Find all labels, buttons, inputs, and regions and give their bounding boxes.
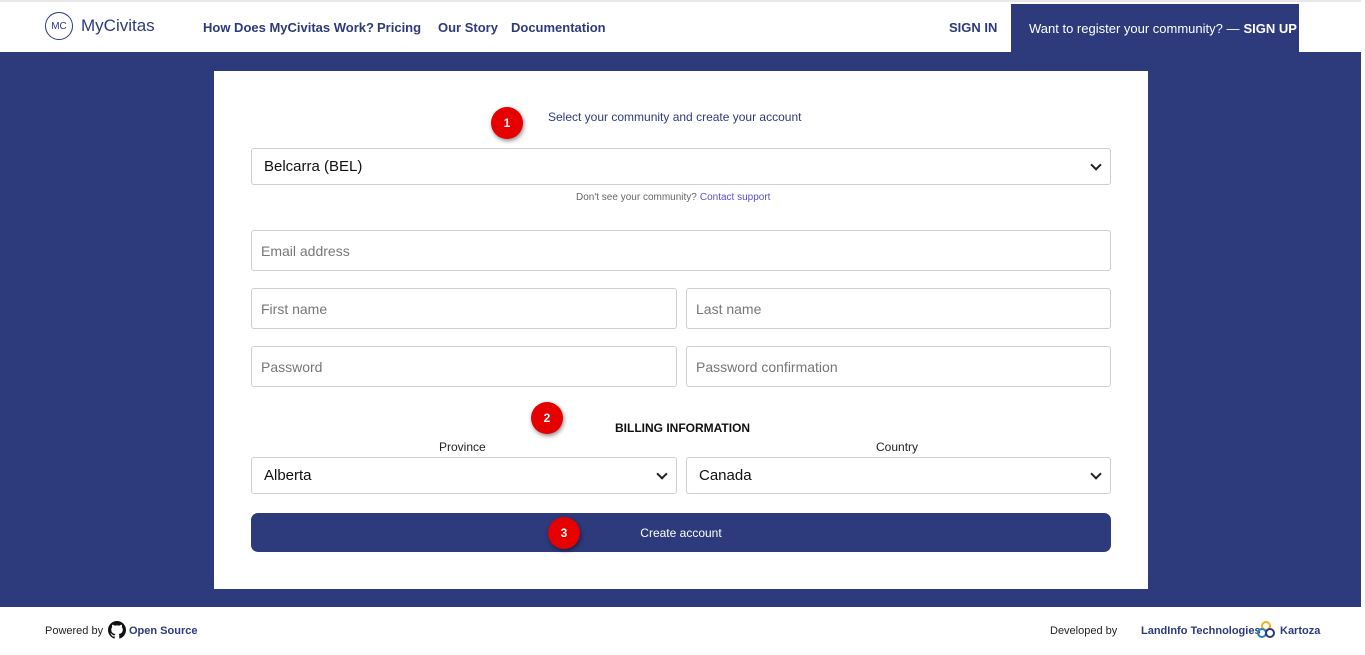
- footer: Powered by Open Source Developed by Land…: [0, 607, 1365, 655]
- kartoza-logo-icon: [1257, 621, 1275, 638]
- nav-pricing[interactable]: Pricing: [377, 20, 421, 35]
- chevron-down-icon: [1090, 468, 1102, 480]
- sign-up-prompt: Want to register your community? —: [1029, 20, 1240, 36]
- country-label: Country: [876, 440, 919, 454]
- create-account-button[interactable]: Create account: [251, 513, 1111, 552]
- powered-by-text: Powered by: [45, 625, 104, 637]
- last-name-input[interactable]: [686, 288, 1111, 329]
- github-icon[interactable]: [108, 621, 126, 639]
- logo-text[interactable]: MyCivitas: [81, 16, 155, 36]
- developed-by-text: Developed by: [1050, 625, 1118, 637]
- top-navbar: MC MyCivitas How Does MyCivitas Work? Pr…: [0, 0, 1365, 52]
- sign-up-button[interactable]: Want to register your community? — SIGN …: [1011, 4, 1299, 52]
- country-selected-value: Canada: [699, 467, 752, 484]
- province-select[interactable]: Alberta: [251, 457, 677, 494]
- community-select[interactable]: Belcarra (BEL): [251, 148, 1111, 185]
- chevron-down-icon: [656, 468, 668, 480]
- first-name-input[interactable]: [251, 288, 677, 329]
- logo-badge[interactable]: MC: [45, 12, 73, 40]
- sign-up-label: SIGN UP: [1243, 20, 1297, 36]
- password-input[interactable]: [251, 346, 677, 387]
- community-selected-value: Belcarra (BEL): [264, 158, 363, 175]
- step-badge-2: 2: [531, 402, 563, 434]
- billing-heading: BILLING INFORMATION: [615, 421, 751, 435]
- province-selected-value: Alberta: [264, 467, 312, 484]
- email-input[interactable]: [251, 230, 1111, 271]
- sign-in-link[interactable]: SIGN IN: [949, 20, 997, 35]
- step-badge-3: 3: [548, 517, 580, 549]
- contact-support-link[interactable]: Contact support: [700, 192, 771, 203]
- scrollbar[interactable]: [1361, 0, 1365, 100]
- hint-text: Don't see your community?: [576, 192, 697, 203]
- nav-documentation[interactable]: Documentation: [511, 20, 606, 35]
- community-hint: Don't see your community? Contact support: [576, 192, 770, 203]
- step-badge-1: 1: [491, 107, 523, 139]
- form-title: Select your community and create your ac…: [548, 110, 802, 124]
- province-label: Province: [439, 440, 486, 454]
- password-confirmation-input[interactable]: [686, 346, 1111, 387]
- nav-our-story[interactable]: Our Story: [438, 20, 498, 35]
- country-select[interactable]: Canada: [686, 457, 1111, 494]
- kartoza-link[interactable]: Kartoza: [1280, 625, 1320, 637]
- chevron-down-icon: [1090, 159, 1102, 171]
- landinfo-link[interactable]: LandInfo Technologies: [1141, 625, 1261, 637]
- open-source-link[interactable]: Open Source: [129, 625, 197, 637]
- nav-how-it-works[interactable]: How Does MyCivitas Work?: [203, 20, 374, 35]
